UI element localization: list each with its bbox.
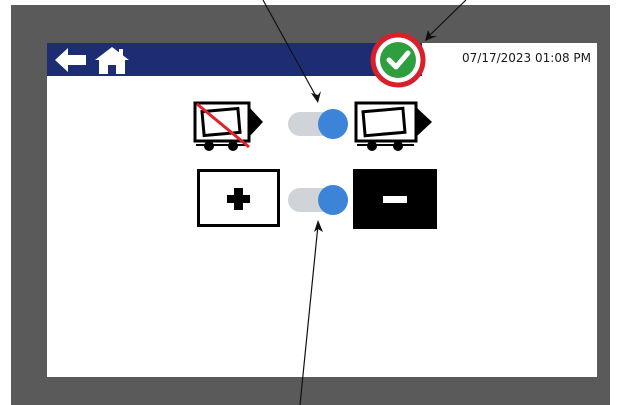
- toggle-knob: [318, 109, 348, 139]
- back-arrow-icon[interactable]: [53, 45, 89, 75]
- top-bar: 07/17/2023 01:08 PM: [47, 43, 597, 76]
- minus-icon[interactable]: [353, 169, 437, 229]
- conveyor-toggle[interactable]: [288, 109, 348, 139]
- plus-icon[interactable]: [197, 169, 280, 227]
- home-icon[interactable]: [93, 45, 131, 75]
- check-circle-icon[interactable]: [370, 32, 426, 88]
- tray-disabled-icon[interactable]: [193, 101, 265, 153]
- toggle-knob: [318, 185, 348, 215]
- timestamp: 07/17/2023 01:08 PM: [462, 51, 591, 65]
- polarity-toggle[interactable]: [288, 185, 348, 215]
- touch-screen: 07/17/2023 01:08 PM: [47, 32, 597, 377]
- tray-enabled-icon[interactable]: [354, 101, 436, 153]
